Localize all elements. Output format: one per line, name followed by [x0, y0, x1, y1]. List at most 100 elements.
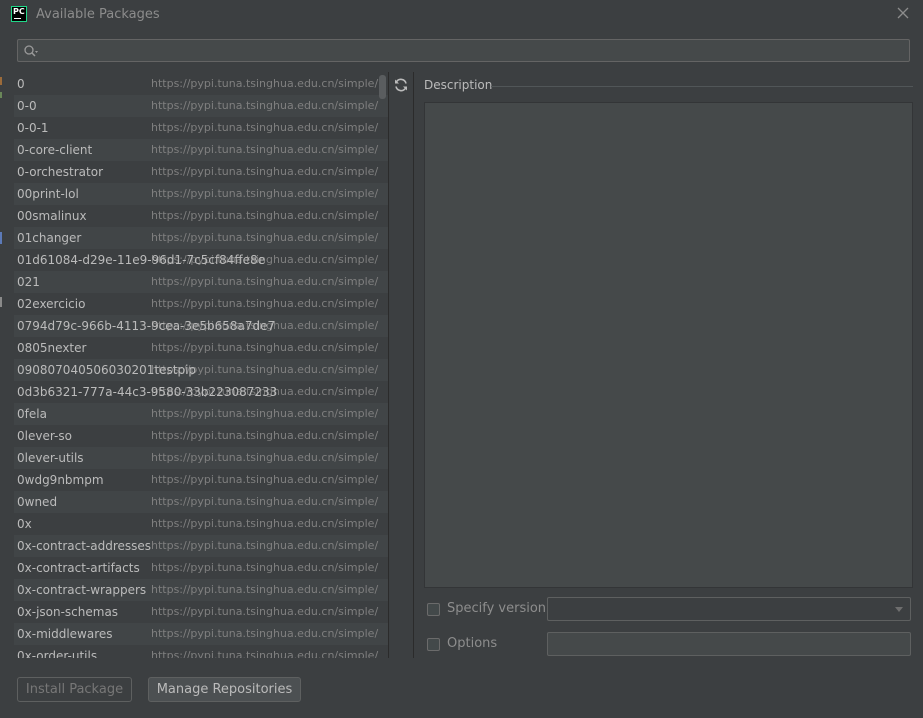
- package-repo-url: https://pypi.tuna.tsinghua.edu.cn/simple…: [151, 473, 379, 486]
- package-row[interactable]: https://pypi.tuna.tsinghua.edu.cn/simple…: [14, 579, 388, 601]
- package-repo-url: https://pypi.tuna.tsinghua.edu.cn/simple…: [151, 605, 379, 618]
- package-name: 0lever-so: [17, 429, 72, 443]
- chevron-down-icon[interactable]: [895, 607, 903, 612]
- package-name: 0lever-utils: [17, 451, 84, 465]
- search-field[interactable]: [17, 39, 910, 62]
- package-row[interactable]: https://pypi.tuna.tsinghua.edu.cn/simple…: [14, 425, 388, 447]
- package-name: 0d3b6321-777a-44c3-9580-33b223087233: [17, 385, 278, 399]
- package-row[interactable]: https://pypi.tuna.tsinghua.edu.cn/simple…: [14, 469, 388, 491]
- package-name: 0805nexter: [17, 341, 87, 355]
- package-repo-url: https://pypi.tuna.tsinghua.edu.cn/simple…: [151, 209, 379, 222]
- refresh-icon[interactable]: [393, 77, 409, 93]
- package-name: 0-0: [17, 99, 37, 113]
- package-repo-url: https://pypi.tuna.tsinghua.edu.cn/simple…: [151, 297, 379, 310]
- package-name: 0fela: [17, 407, 47, 421]
- version-select[interactable]: [547, 597, 911, 621]
- package-row[interactable]: https://pypi.tuna.tsinghua.edu.cn/simple…: [14, 95, 388, 117]
- package-name: 00smalinux: [17, 209, 87, 223]
- package-name: 0-orchestrator: [17, 165, 104, 179]
- specify-version-label: Specify version: [447, 601, 547, 616]
- package-row[interactable]: https://pypi.tuna.tsinghua.edu.cn/simple…: [14, 359, 388, 381]
- package-name: 0: [17, 77, 25, 91]
- package-row[interactable]: https://pypi.tuna.tsinghua.edu.cn/simple…: [14, 271, 388, 293]
- package-repo-url: https://pypi.tuna.tsinghua.edu.cn/simple…: [151, 275, 379, 288]
- specify-version-checkbox[interactable]: [427, 603, 440, 616]
- options-checkbox[interactable]: [427, 638, 440, 651]
- package-repo-url: https://pypi.tuna.tsinghua.edu.cn/simple…: [151, 77, 379, 90]
- package-repo-url: https://pypi.tuna.tsinghua.edu.cn/simple…: [151, 495, 379, 508]
- package-repo-url: https://pypi.tuna.tsinghua.edu.cn/simple…: [151, 231, 379, 244]
- package-name: 02exercicio: [17, 297, 86, 311]
- package-repo-url: https://pypi.tuna.tsinghua.edu.cn/simple…: [151, 121, 379, 134]
- package-name: 0x-middlewares: [17, 627, 113, 641]
- package-repo-url: https://pypi.tuna.tsinghua.edu.cn/simple…: [151, 583, 379, 596]
- package-name: 0794d79c-966b-4113-9cea-3e5b658a7de7: [17, 319, 276, 333]
- close-icon[interactable]: [897, 7, 909, 19]
- package-repo-url: https://pypi.tuna.tsinghua.edu.cn/simple…: [151, 539, 379, 552]
- search-icon[interactable]: [23, 44, 39, 58]
- install-package-button[interactable]: Install Package: [17, 677, 132, 702]
- package-row[interactable]: https://pypi.tuna.tsinghua.edu.cn/simple…: [14, 73, 388, 95]
- package-name: 0x-order-utils: [17, 649, 98, 658]
- package-repo-url: https://pypi.tuna.tsinghua.edu.cn/simple…: [151, 517, 379, 530]
- package-repo-url: https://pypi.tuna.tsinghua.edu.cn/simple…: [151, 429, 379, 442]
- list-toolbar: [389, 72, 413, 658]
- package-row[interactable]: https://pypi.tuna.tsinghua.edu.cn/simple…: [14, 403, 388, 425]
- package-list[interactable]: https://pypi.tuna.tsinghua.edu.cn/simple…: [14, 73, 388, 658]
- package-row[interactable]: https://pypi.tuna.tsinghua.edu.cn/simple…: [14, 183, 388, 205]
- left-edge-strip: [0, 72, 2, 658]
- title-bar: PC Available Packages: [0, 0, 923, 30]
- package-name: 0x: [17, 517, 32, 531]
- pycharm-logo-icon: PC: [11, 6, 27, 22]
- package-name: 0x-contract-addresses: [17, 539, 152, 553]
- package-repo-url: https://pypi.tuna.tsinghua.edu.cn/simple…: [151, 341, 379, 354]
- package-name: 021: [17, 275, 40, 289]
- package-name: 01changer: [17, 231, 82, 245]
- window-title: Available Packages: [36, 7, 160, 22]
- package-name: 090807040506030201testpip: [17, 363, 197, 377]
- options-input[interactable]: [547, 632, 911, 656]
- package-row[interactable]: https://pypi.tuna.tsinghua.edu.cn/simple…: [14, 557, 388, 579]
- search-input[interactable]: [44, 42, 908, 61]
- package-name: 0x-contract-artifacts: [17, 561, 140, 575]
- package-row[interactable]: https://pypi.tuna.tsinghua.edu.cn/simple…: [14, 513, 388, 535]
- description-separator: [491, 86, 913, 87]
- scroll-thumb[interactable]: [379, 75, 386, 99]
- package-row[interactable]: https://pypi.tuna.tsinghua.edu.cn/simple…: [14, 381, 388, 403]
- package-repo-url: https://pypi.tuna.tsinghua.edu.cn/simple…: [151, 627, 379, 640]
- description-area: [424, 102, 913, 588]
- package-row[interactable]: https://pypi.tuna.tsinghua.edu.cn/simple…: [14, 601, 388, 623]
- package-row[interactable]: https://pypi.tuna.tsinghua.edu.cn/simple…: [14, 447, 388, 469]
- package-name: 0wdg9nbmpm: [17, 473, 104, 487]
- package-row[interactable]: https://pypi.tuna.tsinghua.edu.cn/simple…: [14, 315, 388, 337]
- package-row[interactable]: https://pypi.tuna.tsinghua.edu.cn/simple…: [14, 623, 388, 645]
- package-row[interactable]: https://pypi.tuna.tsinghua.edu.cn/simple…: [14, 293, 388, 315]
- description-label: Description: [424, 78, 493, 92]
- package-repo-url: https://pypi.tuna.tsinghua.edu.cn/simple…: [151, 187, 379, 200]
- package-row[interactable]: https://pypi.tuna.tsinghua.edu.cn/simple…: [14, 117, 388, 139]
- package-repo-url: https://pypi.tuna.tsinghua.edu.cn/simple…: [151, 99, 379, 112]
- package-name: 0x-contract-wrappers: [17, 583, 147, 597]
- package-row[interactable]: https://pypi.tuna.tsinghua.edu.cn/simple…: [14, 227, 388, 249]
- package-row[interactable]: https://pypi.tuna.tsinghua.edu.cn/simple…: [14, 139, 388, 161]
- package-row[interactable]: https://pypi.tuna.tsinghua.edu.cn/simple…: [14, 161, 388, 183]
- package-row[interactable]: https://pypi.tuna.tsinghua.edu.cn/simple…: [14, 645, 388, 658]
- package-row[interactable]: https://pypi.tuna.tsinghua.edu.cn/simple…: [14, 205, 388, 227]
- package-name: 00print-lol: [17, 187, 79, 201]
- package-list-scrollbar[interactable]: [378, 73, 387, 658]
- package-repo-url: https://pypi.tuna.tsinghua.edu.cn/simple…: [151, 143, 379, 156]
- package-row[interactable]: https://pypi.tuna.tsinghua.edu.cn/simple…: [14, 535, 388, 557]
- app-logo-text: PC: [13, 7, 25, 16]
- package-row[interactable]: https://pypi.tuna.tsinghua.edu.cn/simple…: [14, 491, 388, 513]
- package-repo-url: https://pypi.tuna.tsinghua.edu.cn/simple…: [151, 407, 379, 420]
- package-repo-url: https://pypi.tuna.tsinghua.edu.cn/simple…: [151, 451, 379, 464]
- package-repo-url: https://pypi.tuna.tsinghua.edu.cn/simple…: [151, 561, 379, 574]
- package-repo-url: https://pypi.tuna.tsinghua.edu.cn/simple…: [151, 165, 379, 178]
- options-label: Options: [447, 636, 498, 651]
- manage-repositories-button[interactable]: Manage Repositories: [148, 677, 301, 702]
- package-row[interactable]: https://pypi.tuna.tsinghua.edu.cn/simple…: [14, 337, 388, 359]
- package-name: 0x-json-schemas: [17, 605, 119, 619]
- package-name: 0-core-client: [17, 143, 93, 157]
- package-repo-url: https://pypi.tuna.tsinghua.edu.cn/simple…: [151, 649, 379, 658]
- package-row[interactable]: https://pypi.tuna.tsinghua.edu.cn/simple…: [14, 249, 388, 271]
